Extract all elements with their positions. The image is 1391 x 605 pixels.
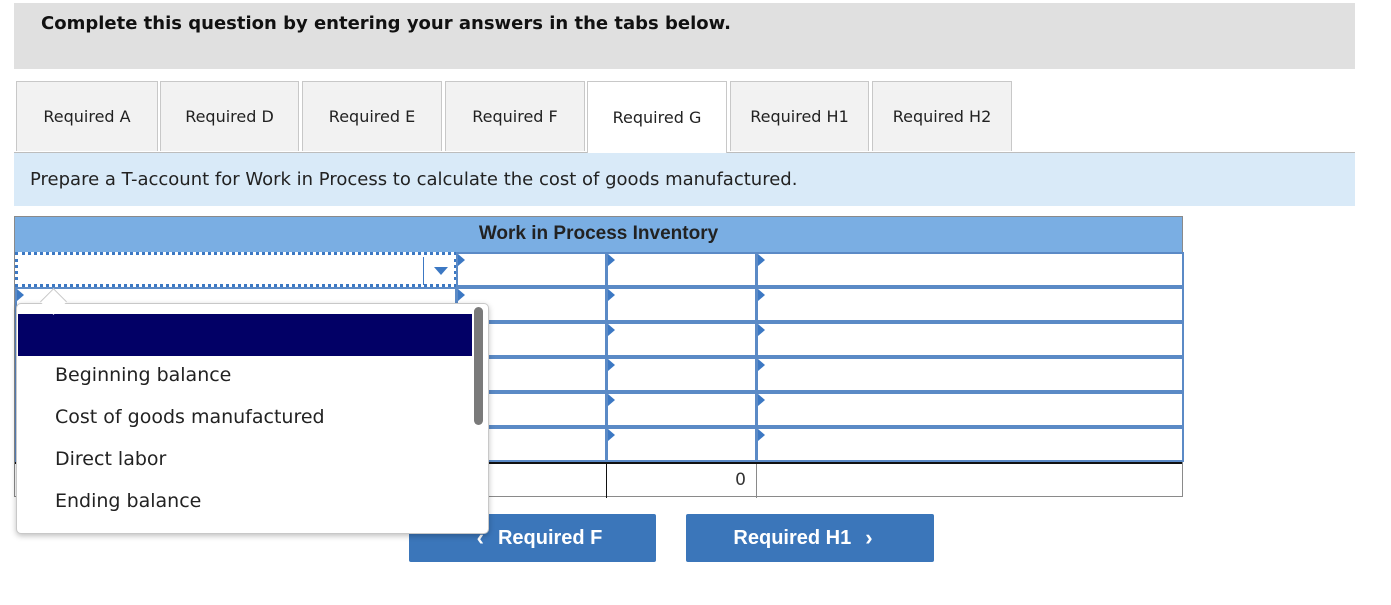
account-dropdown-list[interactable]: Beginning balance Cost of goods manufact… <box>16 303 489 534</box>
prompt-text: Prepare a T-account for Work in Process … <box>30 169 798 190</box>
credit-account-select-row-5[interactable] <box>756 392 1184 427</box>
credit-amount-input-row-4[interactable] <box>606 357 757 392</box>
tab-bar: Required A Required D Required E Require… <box>14 81 1355 153</box>
credit-account-select-row-2[interactable] <box>756 287 1184 322</box>
debit-amount-input-row-1[interactable] <box>456 252 607 287</box>
cell-flag-icon <box>458 254 465 266</box>
cell-flag-icon <box>758 254 765 266</box>
prev-button-label: Required F <box>497 526 603 549</box>
tab-required-g[interactable]: Required G <box>587 81 727 153</box>
tab-required-f[interactable]: Required F <box>445 81 585 151</box>
cell-flag-icon <box>458 289 465 301</box>
cell-flag-icon <box>758 359 765 371</box>
cell-flag-icon <box>608 359 615 371</box>
t-account-header: Work in Process Inventory <box>15 217 1182 252</box>
cell-flag-icon <box>608 394 615 406</box>
dropdown-option-blank-highlighted[interactable] <box>18 314 472 356</box>
dropdown-option-cost-of-goods-manufactured[interactable]: Cost of goods manufactured <box>55 406 325 428</box>
cell-flag-icon <box>17 289 24 301</box>
cell-flag-icon <box>758 429 765 441</box>
cell-flag-icon <box>758 289 765 301</box>
instruction-banner: Complete this question by entering your … <box>14 3 1355 69</box>
credit-account-select-row-6[interactable] <box>756 427 1184 462</box>
question-prompt: Prepare a T-account for Work in Process … <box>14 153 1355 206</box>
cell-flag-icon <box>608 324 615 336</box>
dropdown-separator <box>423 257 424 285</box>
credit-amount-input-row-2[interactable] <box>606 287 757 322</box>
tab-required-h2[interactable]: Required H2 <box>872 81 1012 151</box>
cell-flag-icon <box>758 394 765 406</box>
credit-amount-input-row-3[interactable] <box>606 322 757 357</box>
total-credit-value: 0 <box>735 470 746 490</box>
next-button-label: Required H1 <box>733 526 852 549</box>
credit-amount-input-row-6[interactable] <box>606 427 757 462</box>
tab-required-a[interactable]: Required A <box>16 81 158 151</box>
cell-flag-icon <box>608 289 615 301</box>
credit-account-select-row-3[interactable] <box>756 322 1184 357</box>
dropdown-option-direct-labor[interactable]: Direct labor <box>55 448 166 470</box>
credit-amount-input-row-5[interactable] <box>606 392 757 427</box>
t-account-title: Work in Process Inventory <box>478 223 719 244</box>
tab-required-e[interactable]: Required E <box>302 81 442 151</box>
cell-flag-icon <box>608 254 615 266</box>
dropdown-scrollbar[interactable] <box>474 307 483 425</box>
tab-required-h1[interactable]: Required H1 <box>730 81 869 151</box>
cell-flag-icon <box>608 429 615 441</box>
credit-account-select-row-1[interactable] <box>756 252 1184 287</box>
dropdown-option-beginning-balance[interactable]: Beginning balance <box>55 364 231 386</box>
tab-required-d[interactable]: Required D <box>160 81 299 151</box>
chevron-right-icon: › <box>865 525 873 550</box>
chevron-down-icon[interactable] <box>434 267 448 275</box>
cell-flag-icon <box>758 324 765 336</box>
next-required-h1-button[interactable]: Required H1 › <box>686 514 934 562</box>
account-select-row-1[interactable] <box>15 252 457 287</box>
total-credit-cell: 0 <box>606 464 757 498</box>
dropdown-option-ending-balance[interactable]: Ending balance <box>55 490 201 512</box>
credit-account-select-row-4[interactable] <box>756 357 1184 392</box>
credit-amount-input-row-1[interactable] <box>606 252 757 287</box>
instruction-text: Complete this question by entering your … <box>41 13 731 34</box>
